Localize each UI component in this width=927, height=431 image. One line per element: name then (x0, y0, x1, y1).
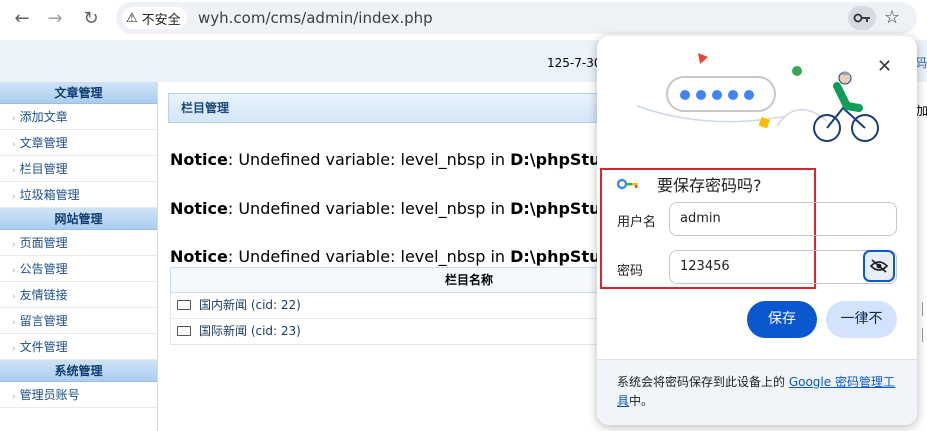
security-label: 不安全 (141, 12, 181, 28)
bullet-icon: › (12, 266, 16, 276)
url-text[interactable]: wyh.com/cms/admin/index.php (198, 9, 433, 27)
add-button-cut[interactable]: 加 (916, 102, 927, 119)
username-label: 用户名 (617, 215, 657, 230)
footer-text: 系统会将密码保存到此设备上的 Google 密码管理工具中。 (617, 375, 895, 408)
dialog-title: 要保存密码吗? (657, 176, 762, 195)
sidebar-item-notice-manage[interactable]: › 公告管理 (0, 256, 157, 282)
sidebar-item-page-manage[interactable]: › 页面管理 (0, 230, 157, 256)
row-divider (922, 302, 923, 316)
sidebar: 文章管理 › 添加文章 › 文章管理 › 栏目管理 › 垃圾箱管理 网站管理 › 页面管理… (0, 82, 158, 431)
address-bar[interactable]: ⚠ 不安全 wyh.com/cms/admin/index.php ☆ (116, 2, 917, 34)
dialog-header: 要保存密码吗? (617, 172, 762, 196)
browser-toolbar: ← → ↻ ⚠ 不安全 wyh.com/cms/admin/index.php … (0, 0, 927, 36)
password-key-button[interactable] (848, 6, 876, 30)
reload-icon[interactable]: ↻ (79, 6, 103, 30)
username-field[interactable]: admin (669, 202, 897, 236)
site-info-chip[interactable]: ⚠ 不安全 (122, 7, 187, 29)
sidebar-item-trash-manage[interactable]: › 垃圾箱管理 (0, 182, 157, 208)
php-notice: Notice: Undefined variable: level_nbsp i… (170, 150, 646, 169)
forward-arrow-icon[interactable]: → (43, 6, 67, 30)
sidebar-section-title: 文章管理 (0, 82, 157, 104)
date-text: 125-7-30 (547, 56, 602, 70)
bullet-icon: › (12, 140, 16, 150)
sidebar-section-title: 网站管理 (0, 208, 157, 230)
folder-icon (177, 326, 191, 336)
password-illustration-icon (636, 53, 879, 142)
key-icon (853, 13, 870, 23)
dialog-footer: 系统会将密码保存到此设备上的 Google 密码管理工具中。 (597, 359, 917, 425)
bullet-icon: › (12, 240, 16, 250)
bullet-icon: › (12, 392, 16, 402)
close-icon[interactable]: ✕ (877, 56, 892, 77)
sidebar-item-column-manage[interactable]: › 栏目管理 (0, 156, 157, 182)
password-label: 密码 (617, 264, 644, 279)
save-button[interactable]: 保存 (747, 301, 817, 338)
google-key-icon (617, 178, 638, 190)
php-notice: Notice: Undefined variable: level_nbsp i… (170, 247, 646, 266)
sidebar-section-title: 系统管理 (0, 360, 157, 382)
bullet-icon: › (12, 292, 16, 302)
back-arrow-icon[interactable]: ← (10, 6, 34, 30)
bookmark-star-icon[interactable]: ☆ (884, 7, 900, 28)
never-button[interactable]: 一律不 (826, 301, 897, 338)
toggle-password-visibility-button[interactable] (863, 250, 895, 282)
sidebar-item-admin-account[interactable]: › 管理员账号 (0, 382, 157, 408)
sidebar-item-file-manage[interactable]: › 文件管理 (0, 334, 157, 360)
sidebar-item-friend-links[interactable]: › 友情链接 (0, 282, 157, 308)
bullet-icon: › (12, 192, 16, 202)
bullet-icon: › (12, 114, 16, 124)
folder-icon (177, 300, 191, 310)
sidebar-item-add-article[interactable]: › 添加文章 (0, 104, 157, 130)
bullet-icon: › (12, 166, 16, 176)
eye-slash-icon (870, 259, 888, 273)
save-password-dialog: ✕ 要保存密码吗? 用户名 admin 密码 123456 保存 一律不 系统会… (597, 36, 917, 425)
php-notice: Notice: Undefined variable: level_nbsp i… (170, 199, 646, 218)
bullet-icon: › (12, 344, 16, 354)
row-divider (922, 328, 923, 342)
bullet-icon: › (12, 318, 16, 328)
sidebar-item-message-manage[interactable]: › 留言管理 (0, 308, 157, 334)
sidebar-item-article-manage[interactable]: › 文章管理 (0, 130, 157, 156)
warning-triangle-icon: ⚠ (126, 10, 138, 26)
